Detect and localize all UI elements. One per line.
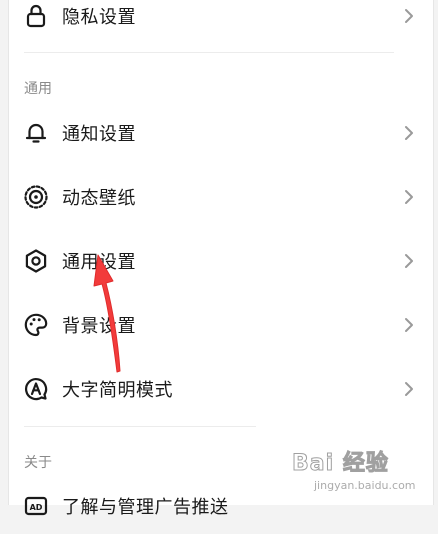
section-title-general: 通用	[24, 81, 52, 97]
general-settings-item[interactable]: 通用设置	[9, 233, 435, 289]
chevron-right-icon	[402, 124, 416, 142]
privacy-settings-label: 隐私设置	[62, 7, 136, 28]
background-settings-item[interactable]: 背景设置	[9, 297, 435, 353]
chevron-right-icon	[402, 380, 416, 398]
divider	[24, 426, 256, 427]
live-wallpaper-icon	[23, 184, 49, 210]
large-font-mode-label: 大字简明模式	[62, 380, 173, 401]
notification-settings-label: 通知设置	[62, 124, 136, 145]
ad-icon: AD	[23, 493, 49, 519]
notification-settings-item[interactable]: 通知设置	[9, 105, 435, 161]
settings-panel: 隐私设置 通用 通知设置 动态壁纸 通用设置 背景设置 大字简明模式 关于 AD…	[8, 0, 435, 518]
chevron-right-icon	[402, 7, 416, 25]
privacy-settings-item[interactable]: 隐私设置	[9, 0, 435, 44]
live-wallpaper-label: 动态壁纸	[62, 188, 136, 209]
live-wallpaper-item[interactable]: 动态壁纸	[9, 169, 435, 225]
svg-text:AD: AD	[30, 503, 43, 512]
lock-icon	[23, 3, 49, 29]
palette-icon	[23, 312, 49, 338]
bell-icon	[23, 120, 49, 146]
section-title-about: 关于	[24, 455, 52, 471]
font-mode-icon	[23, 376, 49, 402]
chevron-right-icon	[402, 188, 416, 206]
large-font-mode-item[interactable]: 大字简明模式	[9, 361, 435, 417]
gear-icon	[23, 248, 49, 274]
watermark-brand: Bai 经验	[292, 451, 389, 477]
ad-management-label: 了解与管理广告推送	[62, 497, 229, 518]
chevron-right-icon	[402, 252, 416, 270]
watermark: Bai 经验 jingyan.baidu.com	[292, 443, 428, 499]
watermark-url: jingyan.baidu.com	[314, 479, 416, 492]
general-settings-label: 通用设置	[62, 252, 136, 273]
divider	[24, 52, 394, 53]
background-settings-label: 背景设置	[62, 316, 136, 337]
chevron-right-icon	[402, 316, 416, 334]
